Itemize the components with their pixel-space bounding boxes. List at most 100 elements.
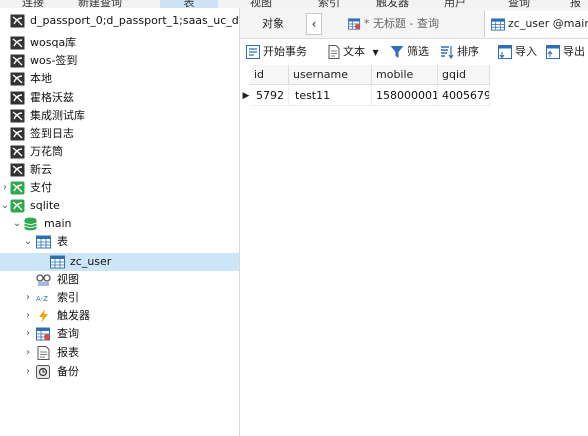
backup-icon <box>36 365 50 379</box>
tree-label: sqlite <box>30 199 60 212</box>
tree-label: 集成测试库 <box>30 109 85 122</box>
table-icon <box>491 17 505 31</box>
tree-label: d_passport_0;d_passport_1;saas_uc_db <box>30 14 239 27</box>
tree-folder-triggers[interactable]: › 触发器 <box>0 307 239 325</box>
begin-transaction-button[interactable]: 开始事务 <box>246 39 307 65</box>
tree-label: 签到日志 <box>30 127 74 140</box>
chevron-right-icon[interactable]: › <box>23 344 33 362</box>
import-button[interactable]: 导入 <box>498 39 537 65</box>
tree-connection[interactable]: wosqa库 <box>0 34 239 52</box>
tree-connection[interactable]: 集成测试库 <box>0 107 239 125</box>
connection-green-icon <box>10 199 25 213</box>
tree-connection[interactable]: wos-签到 <box>0 52 239 70</box>
table-icon <box>50 255 65 269</box>
tree-connection[interactable]: 本地 <box>0 70 239 88</box>
chevron-down-icon[interactable]: ⌄ <box>0 197 10 215</box>
export-label: 导出 <box>563 45 585 58</box>
tree-label: 视图 <box>57 273 79 286</box>
tab-scroll-left-button[interactable]: ‹ <box>306 13 322 35</box>
data-grid: id username mobile gqid ▶ 5792 test11 15… <box>240 65 588 436</box>
tree-database-main[interactable]: ⌄ main <box>0 215 239 233</box>
tree-connection[interactable]: 新云 <box>0 161 239 179</box>
svg-text:A-Z: A-Z <box>36 295 48 303</box>
text-label: 文本 <box>343 45 365 58</box>
tree-table-zc-user[interactable]: zc_user <box>0 253 239 271</box>
chevron-right-icon[interactable]: › <box>23 363 33 381</box>
begin-transaction-label: 开始事务 <box>263 45 307 58</box>
tab-table-label: zc_user @main <box>508 17 588 30</box>
text-button[interactable]: 文本 ▼ <box>328 39 379 65</box>
index-icon: A-Z <box>36 295 48 303</box>
tree-label: main <box>44 217 72 230</box>
tree-folder-views[interactable]: 视图 <box>0 271 239 289</box>
views-icon <box>36 274 51 286</box>
tree-folder-tables[interactable]: ⌄ 表 <box>0 233 239 251</box>
import-label: 导入 <box>515 45 537 58</box>
navigation-tree: d_passport_0;d_passport_1;saas_uc_db wos… <box>0 8 240 436</box>
tree-label: 万花筒 <box>30 145 63 158</box>
dropdown-arrow-icon[interactable]: ▼ <box>373 48 379 57</box>
database-icon <box>24 217 37 231</box>
tree-label: 支付 <box>30 181 52 194</box>
filter-icon <box>390 46 404 58</box>
column-header-username[interactable]: username <box>289 65 372 85</box>
tab-table-zc-user[interactable]: zc_user @main <box>484 11 588 37</box>
filter-button[interactable]: 筛选 <box>390 39 429 65</box>
column-header-mobile[interactable]: mobile <box>372 65 438 85</box>
tree-connection[interactable]: 霍格沃兹 <box>0 89 239 107</box>
tree-label: 表 <box>57 235 68 248</box>
tree-connection-pay[interactable]: › 支付 <box>0 179 239 197</box>
chevron-down-icon[interactable]: ⌄ <box>12 215 22 233</box>
cell-username[interactable]: test11 <box>289 86 372 106</box>
tree-label: 索引 <box>57 291 79 304</box>
sort-label: 排序 <box>457 45 479 58</box>
chevron-down-icon[interactable]: ⌄ <box>23 233 33 251</box>
tree-folder-reports[interactable]: › 报表 <box>0 344 239 362</box>
export-button[interactable]: 导出 <box>546 39 585 65</box>
connection-icon <box>10 14 25 28</box>
tree-folder-queries[interactable]: › 查询 <box>0 325 239 343</box>
query-icon <box>348 18 361 30</box>
column-header-id[interactable]: id <box>250 65 289 85</box>
connection-icon <box>10 72 25 86</box>
column-header-gqid[interactable]: gqid <box>438 65 490 85</box>
tree-label: 新云 <box>30 163 52 176</box>
sort-icon <box>441 46 454 59</box>
document-icon <box>328 45 340 59</box>
tables-folder-icon <box>36 235 51 249</box>
sort-button[interactable]: 排序 <box>440 39 479 65</box>
chevron-right-icon[interactable]: › <box>23 307 33 325</box>
cell-gqid[interactable]: 4005679 <box>438 86 490 106</box>
tree-label: 查询 <box>57 327 79 340</box>
tree-label: 报表 <box>57 346 79 359</box>
trigger-icon <box>39 309 48 323</box>
tree-connection[interactable]: 万花筒 <box>0 143 239 161</box>
tab-objects[interactable]: 对象 <box>262 11 284 37</box>
tree-label: 本地 <box>30 72 52 85</box>
connection-icon <box>10 127 25 141</box>
tab-untitled-query-label: * 无标题 - 查询 <box>364 17 439 30</box>
tree-label: 触发器 <box>57 309 90 322</box>
tree-folder-backups[interactable]: › 备份 <box>0 363 239 381</box>
import-icon <box>498 45 512 59</box>
connection-icon <box>10 145 25 159</box>
tab-bar: 对象 ‹ * 无标题 - 查询 zc_user @main <box>240 8 588 39</box>
cell-id[interactable]: 5792 <box>252 86 289 106</box>
query-icon <box>36 327 50 341</box>
row-pointer-icon: ▶ <box>242 91 250 101</box>
tree-connection[interactable]: 签到日志 <box>0 125 239 143</box>
chevron-right-icon[interactable]: › <box>23 325 33 343</box>
tree-connection-sqlite[interactable]: ⌄ sqlite <box>0 197 239 215</box>
connection-icon <box>10 36 25 50</box>
tab-untitled-query[interactable]: * 无标题 - 查询 <box>348 11 439 37</box>
cell-mobile[interactable]: 158000001 <box>372 86 438 106</box>
transaction-icon <box>246 45 260 59</box>
connection-green-icon <box>10 181 25 195</box>
connection-icon <box>10 54 25 68</box>
chevron-right-icon[interactable]: › <box>0 179 10 197</box>
tree-connection[interactable]: d_passport_0;d_passport_1;saas_uc_db <box>0 12 239 30</box>
chevron-right-icon[interactable]: › <box>23 289 33 307</box>
tree-folder-indexes[interactable]: › A-Z 索引 <box>0 289 239 307</box>
tree-label: 霍格沃兹 <box>30 91 74 104</box>
report-icon <box>37 346 50 360</box>
